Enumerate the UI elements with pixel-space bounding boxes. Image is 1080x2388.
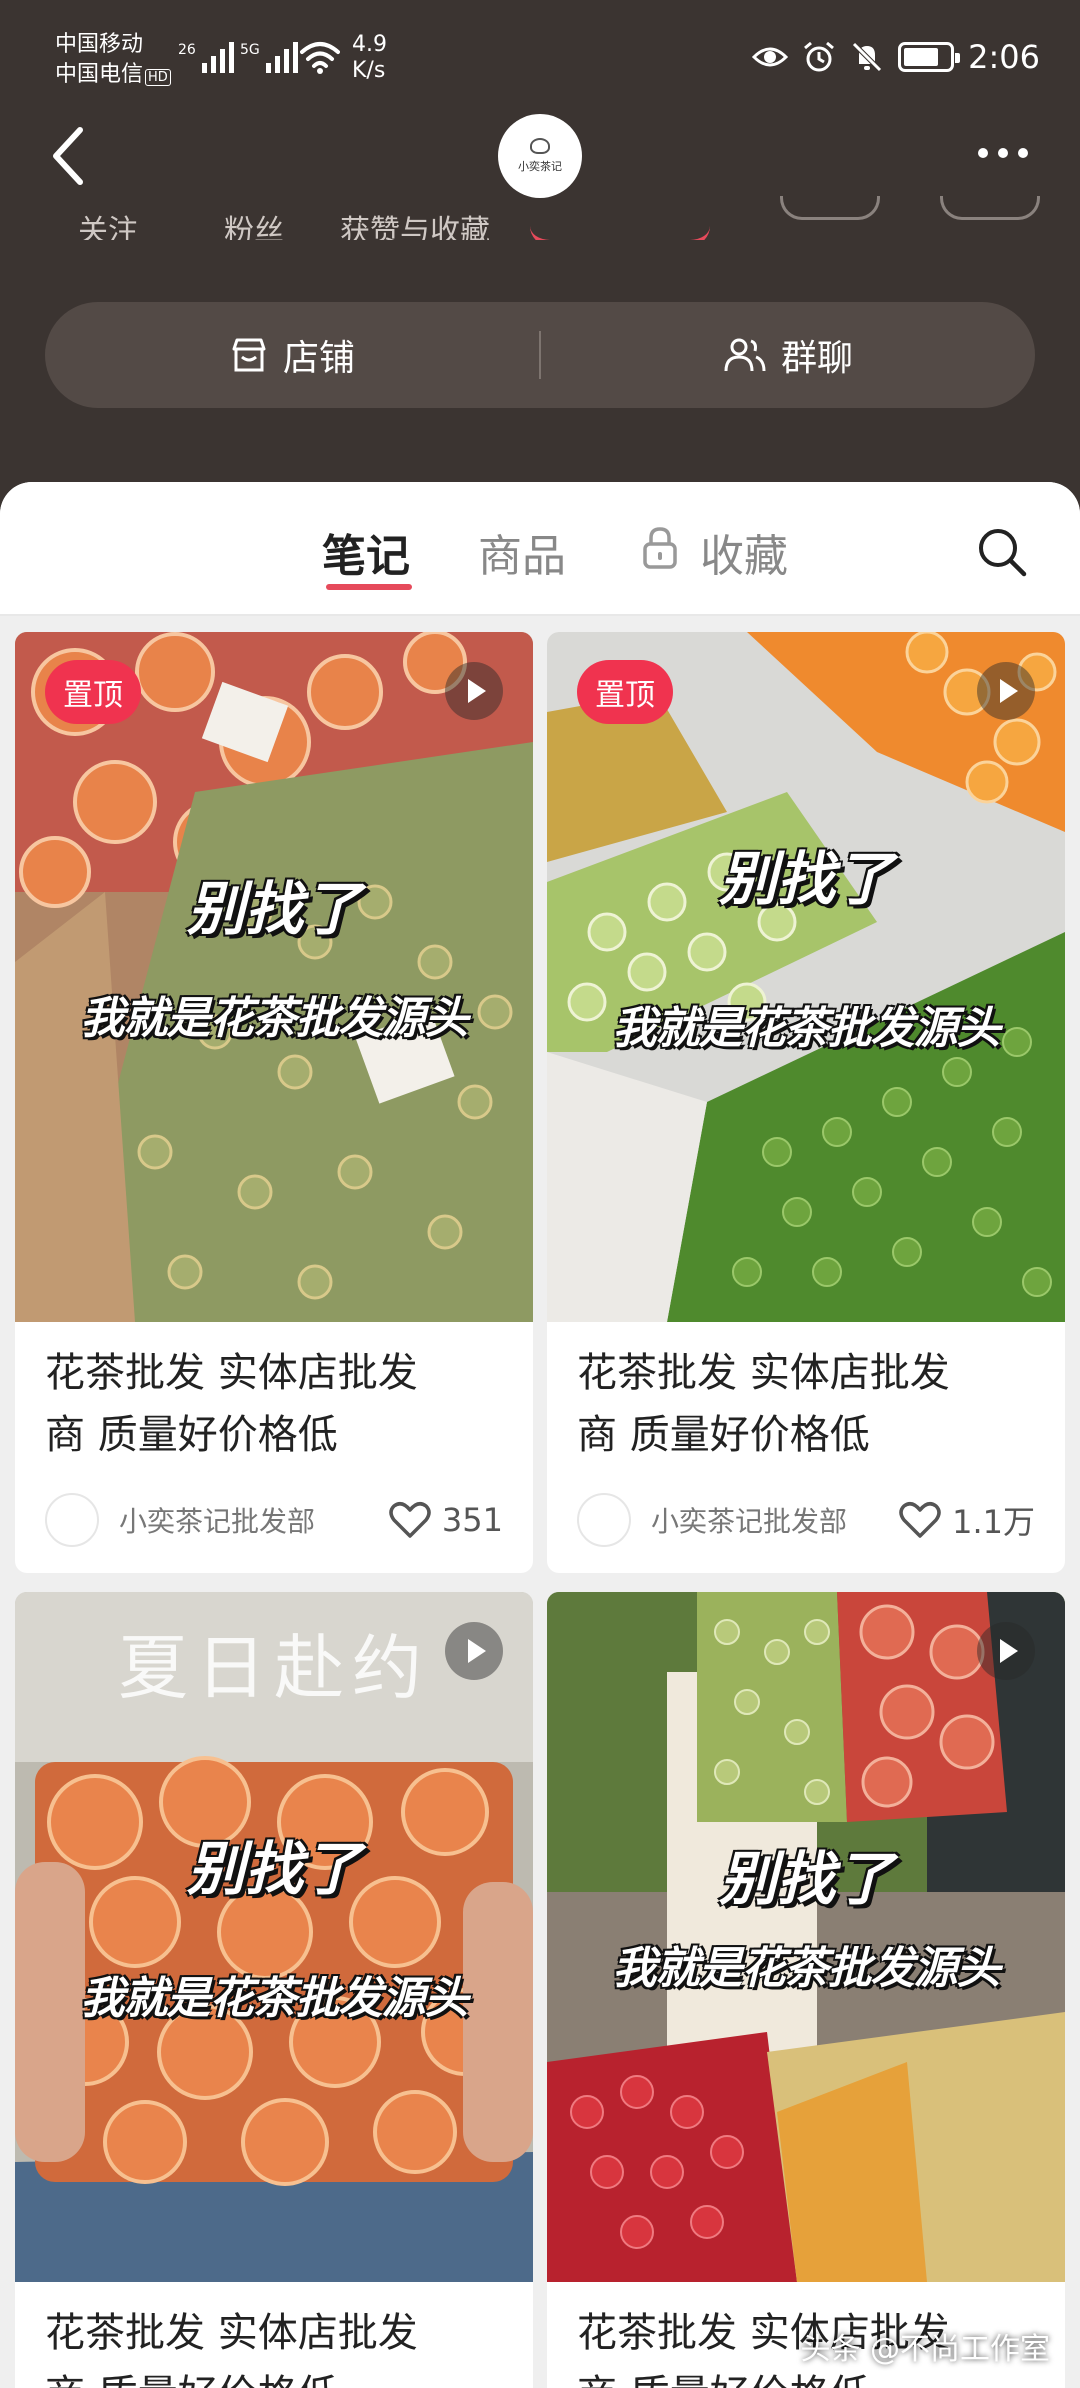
alarm-icon xyxy=(804,41,835,72)
tab-notes[interactable]: 笔记 xyxy=(322,520,410,584)
search-icon[interactable] xyxy=(976,526,1028,578)
battery-icon xyxy=(898,42,961,72)
shop-icon xyxy=(232,338,266,372)
video-play-icon xyxy=(445,1622,503,1680)
note-title: 花茶批发 实体店批发 商 质量好价格低 xyxy=(15,1322,533,1466)
group-chat-button[interactable]: 群聊 xyxy=(541,302,1035,408)
note-card[interactable]: 置顶 别找了 我就是花茶批发源头 花茶批发 实体店批发 商 质量好价格低 小奕茶… xyxy=(547,632,1065,1573)
shop-button[interactable]: 店铺 xyxy=(45,302,539,408)
video-play-icon xyxy=(445,662,503,720)
signal-1-icon: 26 xyxy=(178,42,234,73)
logo-mark-icon xyxy=(530,138,550,154)
stat-likes-collects-label: 获赞与收藏 xyxy=(340,214,490,240)
source-watermark: 头条 @不尚工作室 xyxy=(800,2332,1050,2367)
cover-overlay-subtitle: 我就是花茶批发源头 xyxy=(80,1973,469,2024)
back-arrow-icon[interactable] xyxy=(44,122,94,192)
net-speed-value: 4.9 xyxy=(352,32,387,57)
like-count: 1.1万 xyxy=(952,1503,1035,1541)
signal-1-label: 26 xyxy=(178,42,196,58)
cover-overlay-subtitle: 我就是花茶批发源头 xyxy=(612,1003,1001,1054)
clock: 2:06 xyxy=(968,38,1040,76)
signal-2-icon: 5G xyxy=(240,42,298,73)
pinned-badge: 置顶 xyxy=(577,660,673,724)
note-title-line-2: 商 质量好价格低 xyxy=(45,2364,503,2388)
action-bar: 店铺 群聊 xyxy=(45,302,1035,408)
note-cover-image[interactable]: 夏日赴约 别找了 我就是花茶批发源头 xyxy=(15,1592,533,2282)
note-card[interactable]: 别找了 我就是花茶批发源头 花茶批发 实体店批发 商 质量好价格低 xyxy=(547,1592,1065,2388)
avatar-logo-text: 小奕茶记 xyxy=(518,160,562,173)
wifi-icon xyxy=(300,42,340,74)
author-name[interactable]: 小奕茶记批发部 xyxy=(651,1500,898,1540)
lock-icon xyxy=(643,527,677,569)
cover-overlay-subtitle: 我就是花茶批发源头 xyxy=(612,1943,1001,1994)
bell-muted-icon xyxy=(852,42,882,72)
note-cover-image[interactable]: 别找了 我就是花茶批发源头 xyxy=(547,1592,1065,2282)
tab-collections[interactable]: 收藏 xyxy=(700,520,788,584)
settings-button-edge[interactable] xyxy=(940,196,1040,220)
note-meta: 小奕茶记批发部 351 xyxy=(45,1491,503,1549)
note-title-line-1: 花茶批发 实体店批发 xyxy=(577,1350,950,1396)
status-right: 2:06 xyxy=(752,38,1040,76)
content-sheet: 笔记 商品 收藏 置顶 别找了 我就是花茶批发源头 花茶批发 实体店批发 商 质… xyxy=(0,482,1080,2388)
carrier-2: 中国电信 xyxy=(55,62,144,87)
profile-stats-row: 关注 粉丝 获赞与收藏 xyxy=(0,196,1080,240)
group-icon xyxy=(724,338,766,372)
tab-bar: 笔记 商品 收藏 xyxy=(0,482,1080,616)
signal-2-label: 5G xyxy=(240,42,260,58)
cover-overlay-title: 别找了 xyxy=(186,1835,361,1903)
stat-follow-label: 关注 xyxy=(78,214,138,240)
heart-icon xyxy=(899,1502,941,1538)
carrier-info: 中国移动 中国电信 HD xyxy=(55,30,171,93)
hd-badge: HD xyxy=(145,69,171,86)
video-play-icon xyxy=(977,662,1035,720)
note-cover-image[interactable]: 置顶 别找了 我就是花茶批发源头 xyxy=(15,632,533,1322)
group-chat-label: 群聊 xyxy=(780,338,853,379)
status-bar: 中国移动 中国电信 HD 26 5G 4.9 K/s 2:06 xyxy=(0,0,1080,120)
cover-overlay-subtitle: 我就是花茶批发源头 xyxy=(80,993,469,1044)
note-title: 花茶批发 实体店批发 商 质量好价格低 xyxy=(15,2282,533,2388)
like-count: 351 xyxy=(441,1501,503,1539)
cover-overlay-title: 别找了 xyxy=(718,845,893,913)
like-button[interactable]: 1.1万 xyxy=(898,1497,1035,1543)
video-play-icon xyxy=(977,1622,1035,1680)
note-meta: 小奕茶记批发部 1.1万 xyxy=(577,1491,1035,1549)
profile-avatar[interactable]: 小奕茶记 xyxy=(498,114,582,198)
dried-fruit-boxes-photo xyxy=(547,632,1065,1322)
more-options-icon[interactable] xyxy=(978,148,1028,158)
note-card[interactable]: 置顶 别找了 我就是花茶批发源头 花茶批发 实体店批发 商 质量好价格低 小奕茶… xyxy=(15,632,533,1573)
eye-icon xyxy=(752,47,789,67)
author-avatar[interactable] xyxy=(45,1493,99,1547)
note-title-line-2: 商 质量好价格低 xyxy=(577,1412,870,1458)
shop-label: 店铺 xyxy=(282,338,355,379)
cover-overlay-title: 别找了 xyxy=(718,1845,893,1913)
tab-products[interactable]: 商品 xyxy=(478,520,566,584)
message-button-edge[interactable] xyxy=(780,196,880,220)
net-speed: 4.9 K/s xyxy=(352,32,387,84)
note-title: 花茶批发 实体店批发 商 质量好价格低 xyxy=(547,1322,1065,1466)
follow-button-edge[interactable] xyxy=(530,216,710,240)
cover-overlay-title: 别找了 xyxy=(186,875,361,943)
like-button[interactable]: 351 xyxy=(388,1500,503,1540)
pinned-badge: 置顶 xyxy=(45,660,141,724)
stat-fans-label: 粉丝 xyxy=(224,214,284,240)
note-title-line-2: 商 质量好价格低 xyxy=(45,1412,338,1458)
author-name[interactable]: 小奕茶记批发部 xyxy=(119,1500,388,1540)
carrier-1: 中国移动 xyxy=(55,32,144,57)
note-cover-image[interactable]: 置顶 别找了 我就是花茶批发源头 xyxy=(547,632,1065,1322)
author-avatar[interactable] xyxy=(577,1493,631,1547)
net-speed-unit: K/s xyxy=(352,58,386,83)
note-title-line-1: 花茶批发 实体店批发 xyxy=(45,2310,418,2356)
dried-fruit-photo xyxy=(15,632,533,1322)
note-title-line-1: 花茶批发 实体店批发 xyxy=(45,1350,418,1396)
heart-icon xyxy=(389,1502,431,1538)
active-tab-indicator xyxy=(326,584,412,590)
note-card[interactable]: 夏日赴约 别找了 我就是花茶批发源头 花茶批发 实体店批发 商 质量好价格低 xyxy=(15,1592,533,2388)
